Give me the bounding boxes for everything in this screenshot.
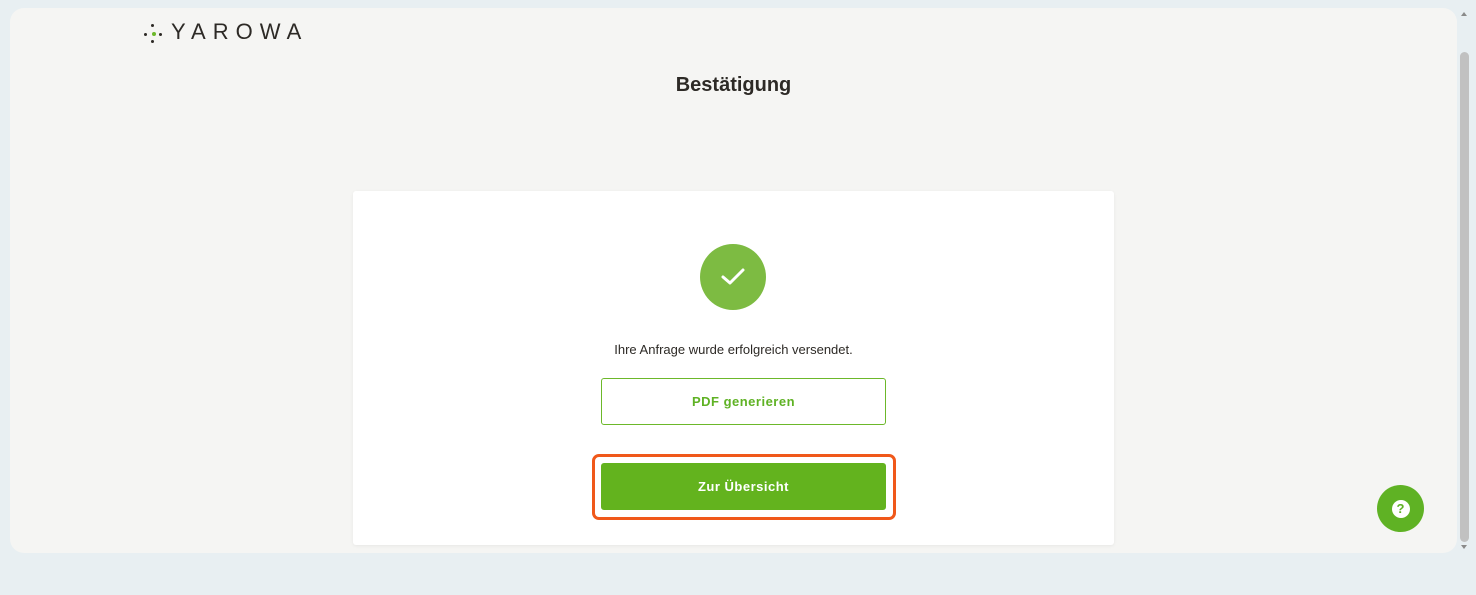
generate-pdf-button[interactable]: PDF generieren [601,378,886,425]
check-circle-icon [700,244,766,310]
success-message: Ihre Anfrage wurde erfolgreich versendet… [614,342,853,357]
question-mark-icon: ? [1391,499,1410,518]
yarowa-logo[interactable]: YAROWA [143,12,308,52]
app-frame: YAROWA Bestätigung Ihre Anfrage wurde er… [10,8,1457,553]
vertical-scrollbar[interactable] [1458,8,1472,553]
scroll-thumb[interactable] [1460,52,1469,542]
overview-button[interactable]: Zur Übersicht [601,463,886,510]
scroll-down-icon[interactable] [1461,545,1467,549]
confirmation-card: Ihre Anfrage wurde erfolgreich versendet… [353,191,1114,545]
logo-text: YAROWA [171,19,309,44]
page-title: Bestätigung [675,74,792,96]
help-button[interactable]: ? [1377,485,1424,532]
logo-dots-icon [143,21,165,43]
scroll-up-icon[interactable] [1461,12,1467,16]
